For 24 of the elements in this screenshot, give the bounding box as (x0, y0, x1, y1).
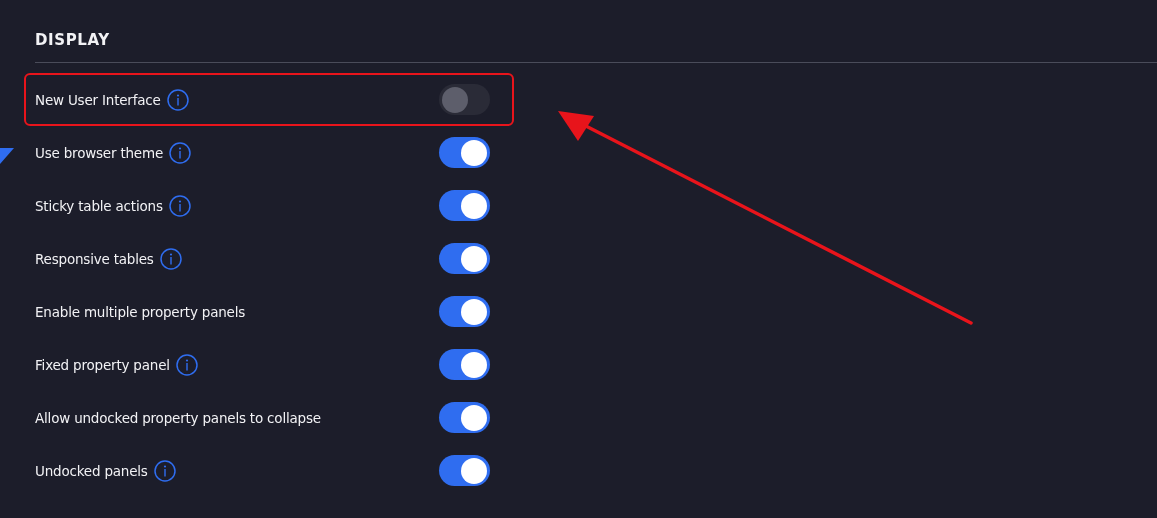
section-title: DISPLAY (35, 31, 110, 49)
info-icon[interactable] (168, 194, 191, 217)
toggle-switch[interactable] (439, 137, 490, 168)
setting-label: Use browser theme (35, 144, 164, 161)
info-icon[interactable] (153, 459, 176, 482)
setting-label: Allow undocked property panels to collapse (35, 409, 321, 426)
setting-label: Undocked panels (35, 462, 148, 479)
setting-label: Fixed property panel (35, 356, 170, 373)
toggle-switch[interactable] (439, 349, 490, 380)
toggle-switch[interactable] (439, 402, 490, 433)
toggle-switch[interactable] (439, 455, 490, 486)
toggle-switch[interactable] (439, 296, 490, 327)
setting-label: New User Interface (35, 91, 161, 108)
setting-label: Sticky table actions (35, 197, 163, 214)
toggle-switch[interactable] (439, 84, 490, 115)
setting-label: Enable multiple property panels (35, 303, 246, 320)
toggle-switch[interactable] (439, 190, 490, 221)
info-icon[interactable] (169, 141, 192, 164)
info-icon[interactable] (166, 88, 189, 111)
info-icon[interactable] (159, 247, 182, 270)
info-icon[interactable] (175, 353, 198, 376)
toggle-switch[interactable] (439, 243, 490, 274)
setting-label: Responsive tables (35, 250, 154, 267)
triangle-icon (0, 148, 14, 164)
